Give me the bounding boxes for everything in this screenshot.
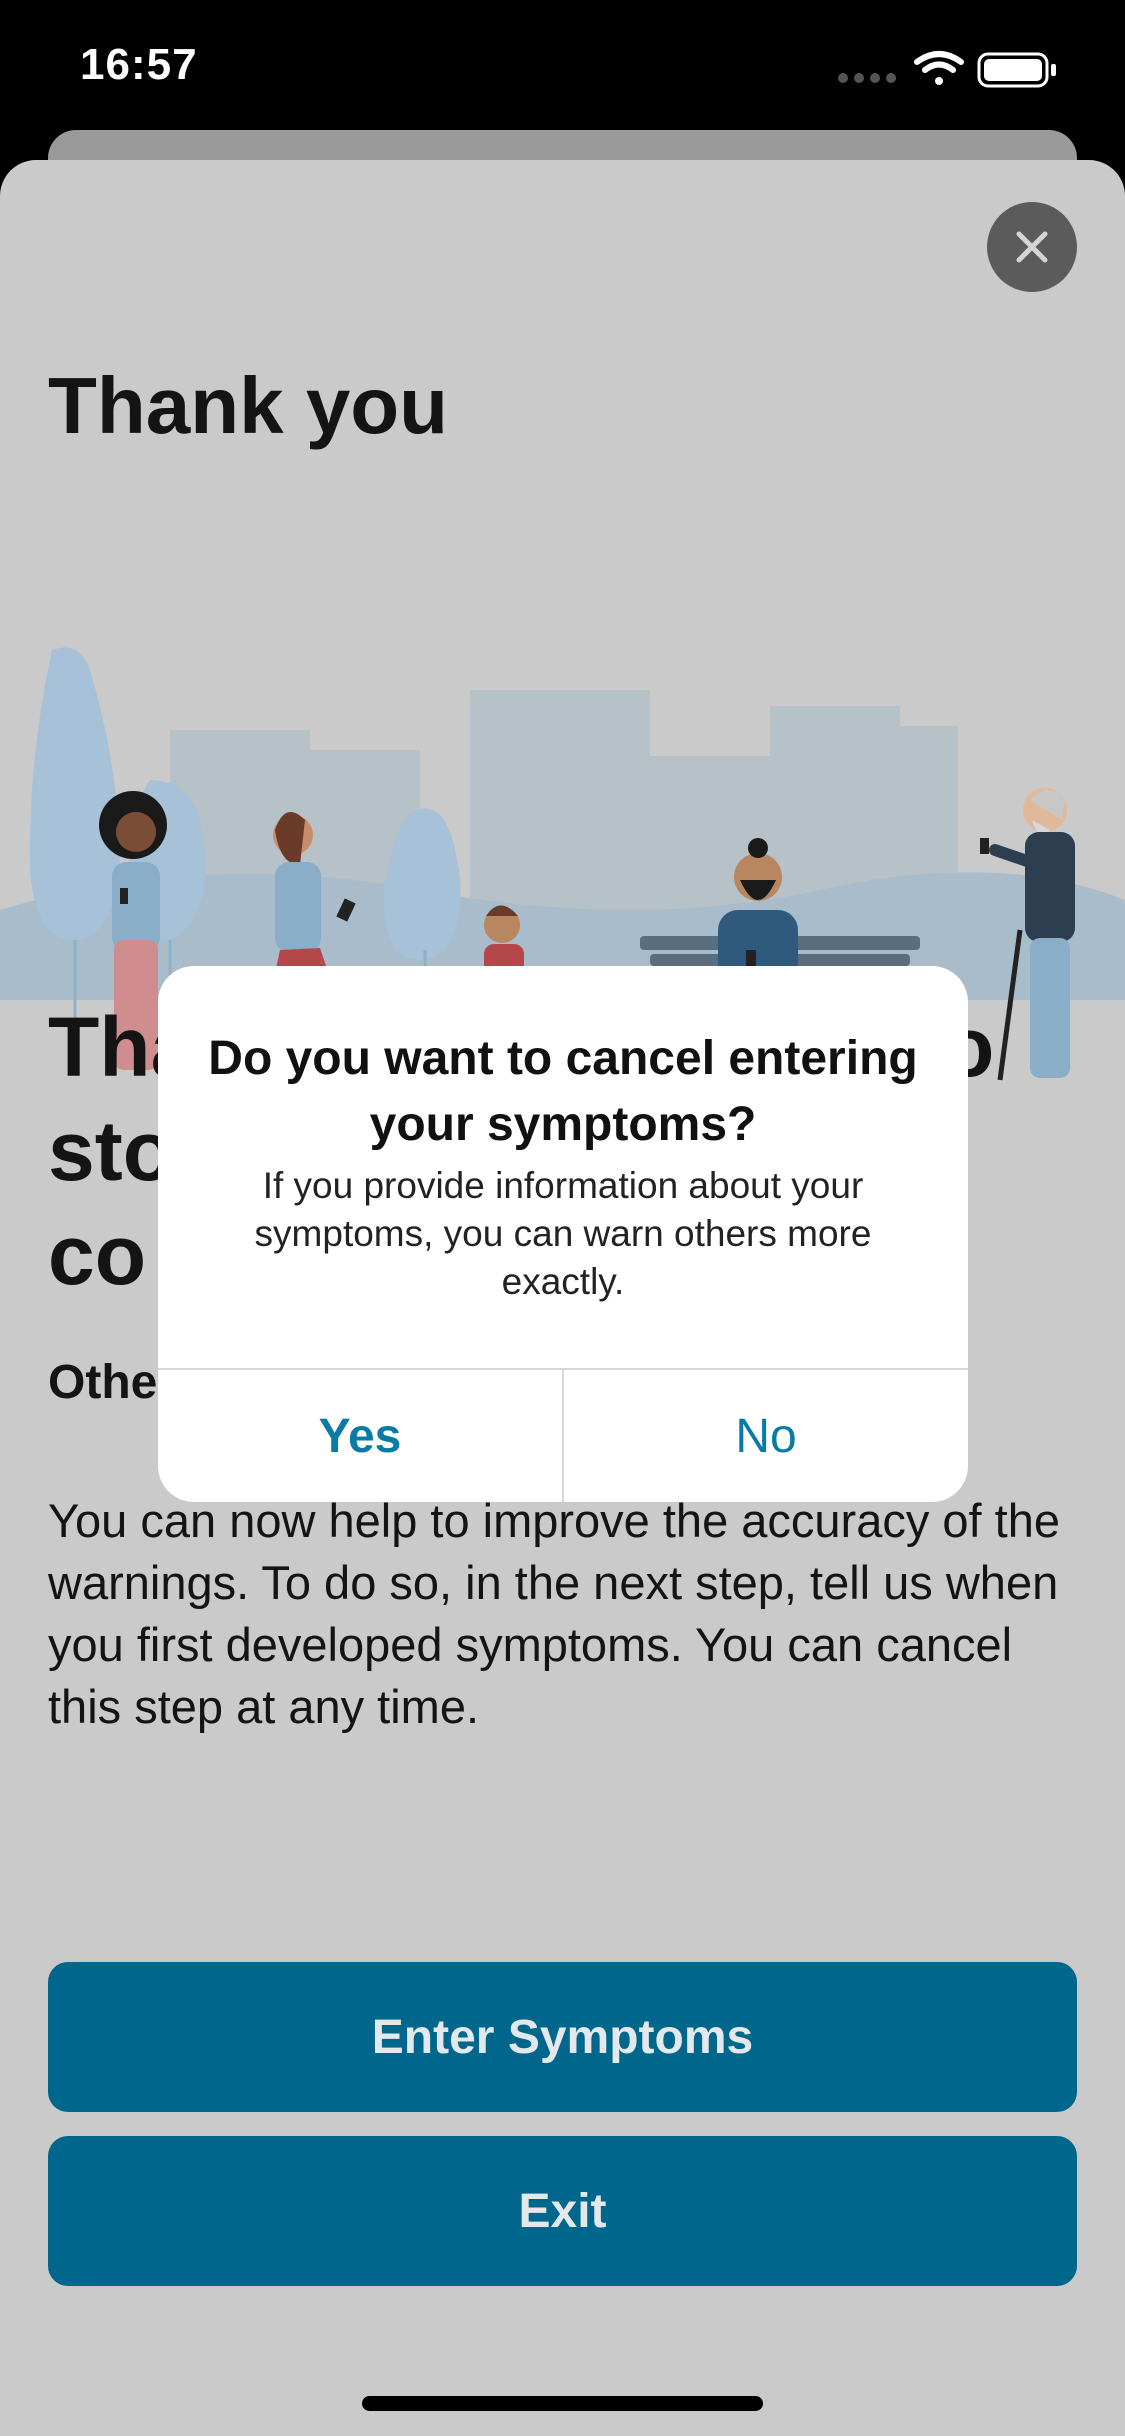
- alert-yes-button[interactable]: Yes: [158, 1370, 562, 1502]
- alert-no-button[interactable]: No: [564, 1370, 968, 1502]
- alert-message: If you provide information about your sy…: [254, 1165, 872, 1302]
- alert-title: Do you want to cancel entering your symp…: [208, 1032, 918, 1151]
- cancel-alert-dialog: Do you want to cancel entering your symp…: [158, 966, 968, 1502]
